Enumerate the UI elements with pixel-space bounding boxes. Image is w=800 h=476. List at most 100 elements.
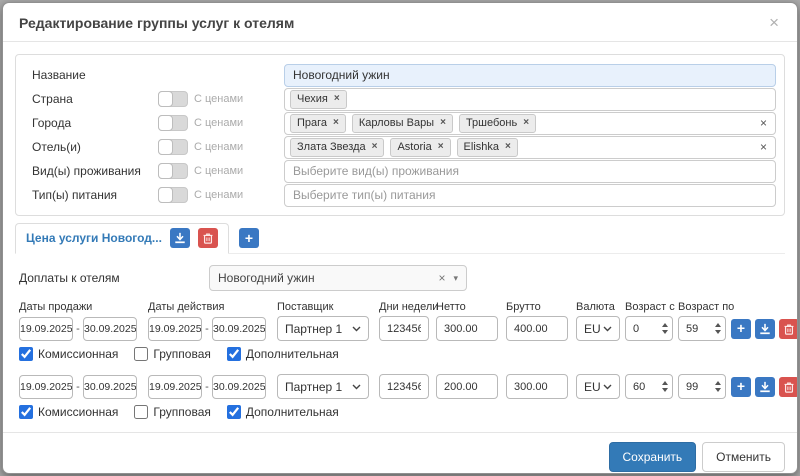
weekdays-input[interactable] bbox=[379, 374, 429, 399]
delete-row-button[interactable] bbox=[779, 377, 798, 397]
increment-icon[interactable] bbox=[715, 381, 721, 385]
valid-dates-range: - bbox=[148, 317, 266, 341]
age-to-stepper[interactable]: 59 bbox=[678, 316, 726, 341]
accommodation-label: Вид(ы) проживания bbox=[24, 164, 158, 178]
with-prices-label: С ценами bbox=[194, 165, 243, 177]
price-row-flags: Комиссионная Групповая Дополнительная bbox=[19, 347, 781, 361]
increment-icon[interactable] bbox=[715, 323, 721, 327]
trash-icon bbox=[783, 381, 795, 393]
tag-remove-icon[interactable]: × bbox=[334, 94, 340, 104]
toggle-knob bbox=[158, 187, 173, 203]
group-checkbox-label[interactable]: Групповая bbox=[134, 347, 210, 361]
checkbox-label: Комиссионная bbox=[38, 347, 118, 361]
net-price-input[interactable] bbox=[436, 374, 498, 399]
increment-icon[interactable] bbox=[662, 381, 668, 385]
stepper-value: 0 bbox=[633, 323, 639, 335]
currency-select[interactable]: EU bbox=[576, 316, 620, 341]
col-header-net: Нетто bbox=[436, 301, 498, 313]
clear-selection-icon[interactable]: × bbox=[438, 271, 445, 285]
gross-price-input[interactable] bbox=[506, 316, 568, 341]
additional-checkbox-label[interactable]: Дополнительная bbox=[227, 405, 339, 419]
add-tab-button[interactable]: + bbox=[239, 228, 259, 248]
hotel-supplement-row: Доплаты к отелям Новогодний ужин × ▾ bbox=[15, 265, 785, 291]
meals-select-input[interactable] bbox=[284, 184, 776, 207]
sale-date-from-input[interactable] bbox=[19, 317, 73, 341]
weekdays-input[interactable] bbox=[379, 316, 429, 341]
additional-checkbox-label[interactable]: Дополнительная bbox=[227, 347, 339, 361]
commission-checkbox[interactable] bbox=[19, 405, 33, 419]
additional-checkbox[interactable] bbox=[227, 347, 241, 361]
valid-dates-range: - bbox=[148, 375, 266, 399]
hotels-label: Отель(и) bbox=[24, 140, 158, 154]
save-button[interactable]: Сохранить bbox=[609, 442, 697, 472]
supplier-select[interactable]: Партнер 1 bbox=[277, 316, 369, 341]
net-price-input[interactable] bbox=[436, 316, 498, 341]
group-checkbox[interactable] bbox=[134, 405, 148, 419]
supplier-select[interactable]: Партнер 1 bbox=[277, 374, 369, 399]
valid-date-to-input[interactable] bbox=[212, 375, 266, 399]
tag-remove-icon[interactable]: × bbox=[523, 118, 529, 128]
clear-field-icon[interactable]: × bbox=[757, 140, 770, 154]
tag-remove-icon[interactable]: × bbox=[333, 118, 339, 128]
commission-checkbox-label[interactable]: Комиссионная bbox=[19, 347, 118, 361]
group-checkbox-label[interactable]: Групповая bbox=[134, 405, 210, 419]
tag-remove-icon[interactable]: × bbox=[438, 142, 444, 152]
decrement-icon[interactable] bbox=[715, 330, 721, 334]
decrement-icon[interactable] bbox=[662, 330, 668, 334]
increment-icon[interactable] bbox=[662, 323, 668, 327]
group-checkbox[interactable] bbox=[134, 347, 148, 361]
accommodation-row: Вид(ы) проживания С ценами bbox=[24, 159, 776, 183]
country-multiselect[interactable]: Чехия × bbox=[284, 88, 776, 111]
sale-date-from-input[interactable] bbox=[19, 375, 73, 399]
col-header-currency: Валюта bbox=[576, 301, 620, 313]
valid-date-to-input[interactable] bbox=[212, 317, 266, 341]
export-row-button[interactable] bbox=[755, 377, 775, 397]
commission-checkbox[interactable] bbox=[19, 347, 33, 361]
chevron-down-icon bbox=[352, 326, 361, 332]
meals-with-prices-toggle[interactable] bbox=[158, 187, 188, 203]
add-row-button[interactable]: + bbox=[731, 319, 751, 339]
sale-dates-range: - bbox=[19, 317, 137, 341]
decrement-icon[interactable] bbox=[662, 388, 668, 392]
sale-date-to-input[interactable] bbox=[83, 375, 137, 399]
close-icon[interactable]: × bbox=[767, 14, 781, 31]
clear-field-icon[interactable]: × bbox=[757, 116, 770, 130]
export-row-button[interactable] bbox=[755, 319, 775, 339]
hotel-supplement-select[interactable]: Новогодний ужин × ▾ bbox=[209, 265, 467, 291]
valid-date-from-input[interactable] bbox=[148, 375, 202, 399]
commission-checkbox-label[interactable]: Комиссионная bbox=[19, 405, 118, 419]
age-from-stepper[interactable]: 0 bbox=[625, 316, 673, 341]
name-input[interactable] bbox=[284, 64, 776, 87]
additional-checkbox[interactable] bbox=[227, 405, 241, 419]
tag-remove-icon[interactable]: × bbox=[440, 118, 446, 128]
tag-remove-icon[interactable]: × bbox=[505, 142, 511, 152]
stepper-value: 99 bbox=[686, 381, 698, 393]
decrement-icon[interactable] bbox=[715, 388, 721, 392]
meals-label: Тип(ы) питания bbox=[24, 188, 158, 202]
export-tab-button[interactable] bbox=[170, 228, 190, 248]
accommodation-select-input[interactable] bbox=[284, 160, 776, 183]
valid-date-from-input[interactable] bbox=[148, 317, 202, 341]
dialog-body: Название Страна С ценами Чехия × bbox=[3, 42, 797, 432]
sale-date-to-input[interactable] bbox=[83, 317, 137, 341]
cities-with-prices-toggle[interactable] bbox=[158, 115, 188, 131]
cancel-button[interactable]: Отменить bbox=[702, 442, 785, 472]
cities-multiselect[interactable]: Прага × Карловы Вары × Тршебонь × × bbox=[284, 112, 776, 135]
country-with-prices-toggle[interactable] bbox=[158, 91, 188, 107]
accommodation-with-prices-toggle[interactable] bbox=[158, 163, 188, 179]
country-row: Страна С ценами Чехия × bbox=[24, 87, 776, 111]
gross-price-input[interactable] bbox=[506, 374, 568, 399]
hotels-with-prices-toggle[interactable] bbox=[158, 139, 188, 155]
currency-select[interactable]: EU bbox=[576, 374, 620, 399]
tag-remove-icon[interactable]: × bbox=[372, 142, 378, 152]
hotel-supplement-label: Доплаты к отелям bbox=[15, 271, 209, 285]
selected-value: EU bbox=[584, 322, 601, 336]
age-from-stepper[interactable]: 60 bbox=[625, 374, 673, 399]
hotels-multiselect[interactable]: Злата Звезда × Astoria × Elishka × × bbox=[284, 136, 776, 159]
add-row-button[interactable]: + bbox=[731, 377, 751, 397]
age-to-stepper[interactable]: 99 bbox=[678, 374, 726, 399]
delete-row-button[interactable] bbox=[779, 319, 798, 339]
price-tab[interactable]: Цена услуги Новогод... bbox=[15, 223, 229, 254]
delete-tab-button[interactable] bbox=[198, 228, 218, 248]
price-table-headers: Даты продажи Даты действия Поставщик Дни… bbox=[19, 301, 781, 313]
